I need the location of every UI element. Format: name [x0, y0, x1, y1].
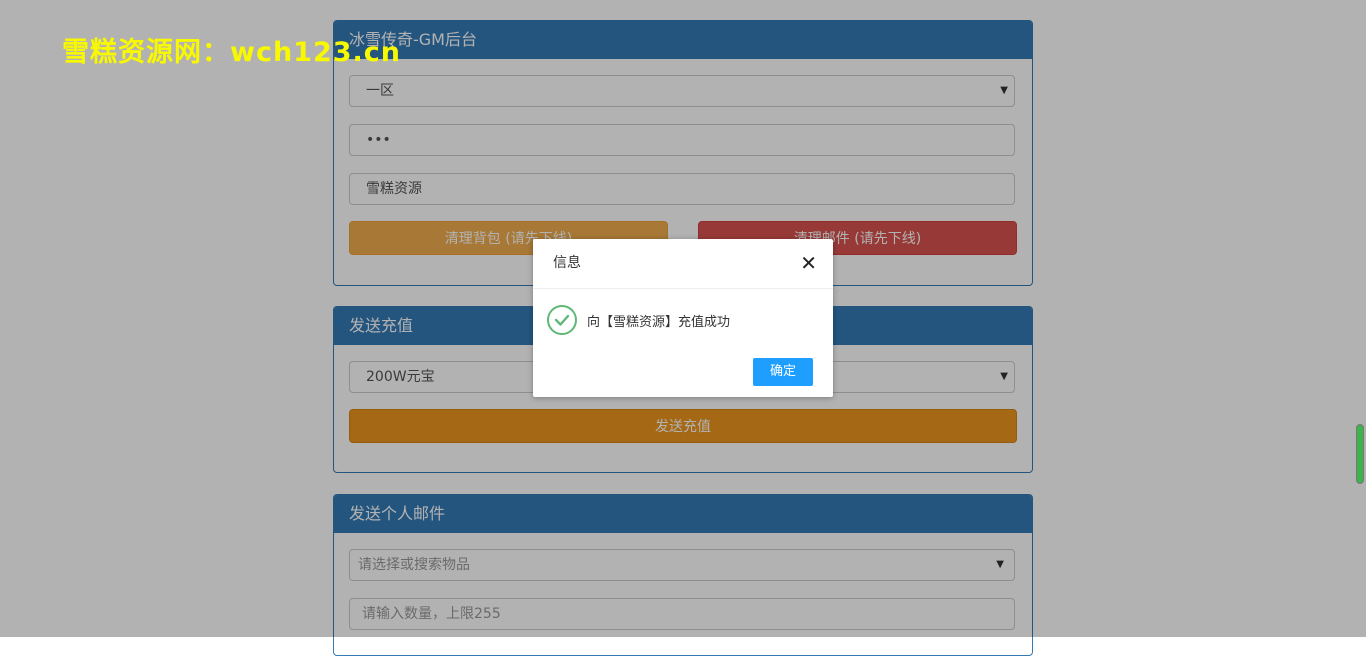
close-icon[interactable]: ✕: [800, 239, 817, 288]
dialog-body: 向【雪糕资源】充值成功: [547, 305, 730, 335]
scrollbar-thumb[interactable]: [1356, 424, 1364, 484]
dialog-message: 向【雪糕资源】充值成功: [587, 314, 731, 330]
confirm-button[interactable]: 确定: [753, 358, 813, 386]
dialog-title: 信息: [553, 255, 581, 271]
info-dialog: 信息 ✕ 向【雪糕资源】充值成功 确定: [533, 239, 833, 397]
dialog-header: 信息 ✕: [533, 239, 833, 289]
watermark-text: 雪糕资源网：wch123.cn: [62, 37, 402, 68]
check-circle-icon: [547, 305, 577, 335]
